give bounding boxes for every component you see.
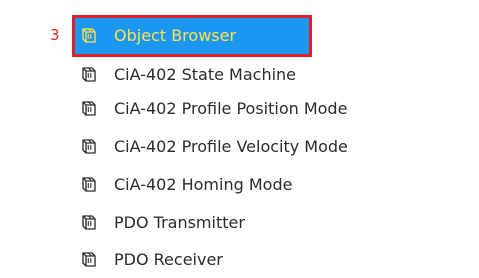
cube-icon [78,65,98,85]
tree-item-label: CiA-402 Profile Position Mode [114,99,348,118]
cube-icon [78,137,98,157]
tree-item-cia402-profile-position-mode[interactable]: CiA-402 Profile Position Mode [75,96,347,122]
cube-icon [78,213,98,233]
tree-item-label: CiA-402 Homing Mode [114,175,293,194]
tree-item-cia402-state-machine[interactable]: CiA-402 State Machine [75,62,296,88]
tree-item-pdo-transmitter[interactable]: PDO Transmitter [75,210,245,236]
tree-item-cia402-profile-velocity-mode[interactable]: CiA-402 Profile Velocity Mode [75,134,348,160]
tree-item-pdo-receiver[interactable]: PDO Receiver [75,247,223,273]
tree-item-cia402-homing-mode[interactable]: CiA-402 Homing Mode [75,172,292,198]
tree-item-label: PDO Receiver [114,250,223,269]
cube-icon [78,99,98,119]
cube-icon [78,250,98,270]
tree-item-label: CiA-402 State Machine [114,65,297,84]
tree-item-label: PDO Transmitter [114,213,245,232]
cube-icon [78,175,98,195]
tree-item-label: CiA-402 Profile Velocity Mode [114,137,348,156]
annotation-highlight-frame [72,15,312,57]
